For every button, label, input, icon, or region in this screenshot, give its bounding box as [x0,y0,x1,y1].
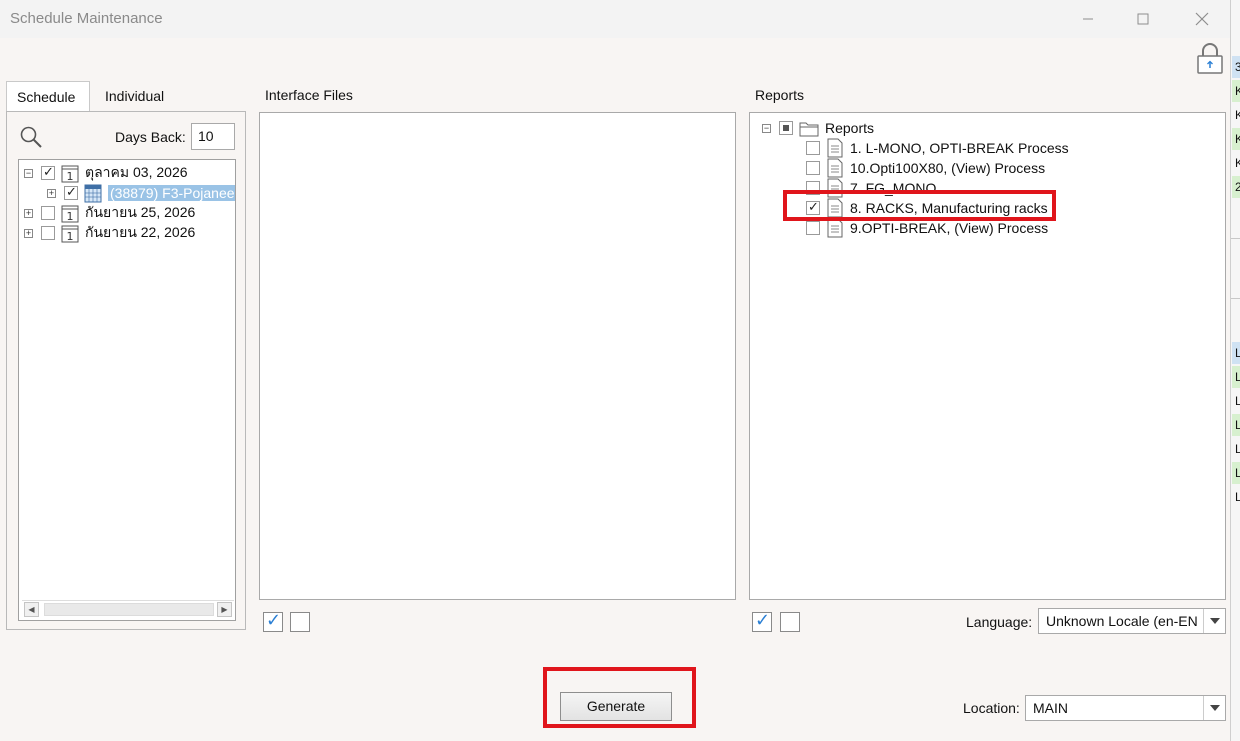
window-title: Schedule Maintenance [10,10,163,27]
bg-cell: K [1232,80,1240,102]
reports-uncheck-all-button[interactable] [780,612,800,632]
schedule-tree[interactable]: − 1 ตุลาคม 03, 2026 + (38879) F3-Pojanee… [18,159,236,621]
tree-item-label: กันยายน 22, 2026 [85,224,196,240]
bg-cell: K [1235,156,1240,170]
report-item[interactable]: 9.OPTI-BREAK, (View) Process [806,218,1048,238]
tree-item-label: กันยายน 25, 2026 [85,204,196,220]
tree-item[interactable]: − 1 ตุลาคม 03, 2026 [24,163,188,183]
interface-files-list[interactable] [259,112,736,600]
tree-checkbox[interactable] [41,226,55,240]
bg-cell: L [1232,366,1240,388]
schedule-panel: Days Back: 10 − 1 ตุลาคม 03, 2026 + (388… [6,111,246,630]
tree-checkbox[interactable] [64,184,78,200]
background-app-strip: 3 K K K K 2 L L L L L L L [1230,0,1240,741]
horizontal-scrollbar[interactable]: ◀ ▶ [22,600,234,617]
maximize-icon [1137,13,1149,25]
calendar-icon: 1 [61,165,79,183]
highlight-box [783,190,1056,221]
close-button[interactable] [1182,5,1222,33]
report-checkbox[interactable] [806,141,820,155]
tree-item[interactable]: + 1 กันยายน 22, 2026 [24,223,195,243]
tree-item[interactable]: + 1 กันยายน 25, 2026 [24,203,195,223]
bg-cell: L [1235,394,1240,408]
minimize-icon [1083,18,1093,20]
expand-icon[interactable]: + [24,228,33,238]
reports-check-all-button[interactable] [752,610,772,632]
chevron-down-icon[interactable] [1203,609,1225,633]
collapse-icon[interactable]: − [24,168,33,178]
language-value: Unknown Locale (en-EN [1046,613,1198,629]
language-label: Language: [966,614,1033,630]
interface-uncheck-all-button[interactable] [290,612,310,632]
report-label: 9.OPTI-BREAK, (View) Process [850,220,1049,236]
tree-checkbox[interactable] [41,164,55,180]
tree-item-label: ตุลาคม 03, 2026 [85,164,188,180]
report-checkbox[interactable] [806,161,820,175]
bg-cell: K [1235,108,1240,122]
calendar-icon: 1 [61,205,79,223]
search-icon[interactable] [19,125,43,149]
maximize-button[interactable] [1123,5,1163,33]
report-label: 1. L-MONO, OPTI-BREAK Process [850,140,1069,156]
chevron-down-icon[interactable] [1203,696,1225,720]
bg-cell: 3 [1232,56,1240,78]
location-label: Location: [963,700,1020,716]
tree-item[interactable]: + (38879) F3-Pojanee [47,183,235,203]
language-select[interactable]: Unknown Locale (en-EN [1038,608,1226,634]
tab-schedule[interactable]: Schedule [6,81,90,111]
expand-icon[interactable]: + [24,208,33,218]
bg-cell: L [1232,342,1240,364]
report-label: 10.Opti100X80, (View) Process [850,160,1046,176]
bg-cell: L [1235,442,1240,456]
report-document-icon [827,138,843,158]
highlight-box [543,667,696,728]
lock-icon[interactable] [1196,42,1224,74]
bg-cell: L [1235,490,1240,504]
minimize-button[interactable] [1068,5,1108,33]
reports-tree[interactable]: − Reports 1. L-MONO, OPTI-BREAK Process … [749,112,1226,600]
calendar-icon: 1 [61,225,79,243]
tree-checkbox-partial[interactable] [779,121,793,135]
collapse-icon[interactable]: − [762,123,771,133]
location-value: MAIN [1033,700,1068,716]
tree-item-label: Reports [825,120,875,136]
days-back-label: Days Back: [115,129,186,145]
location-select[interactable]: MAIN [1025,695,1226,721]
report-item[interactable]: 10.Opti100X80, (View) Process [806,158,1045,178]
bg-cell: K [1232,128,1240,150]
bg-cell: L [1232,414,1240,436]
svg-text:1: 1 [67,210,74,223]
bg-cell: 2 [1232,176,1240,198]
expand-icon[interactable]: + [47,188,56,198]
calendar-grid-icon [84,184,102,203]
close-icon [1195,12,1209,26]
scrollbar-thumb[interactable] [44,603,214,616]
report-document-icon [827,218,843,238]
svg-text:1: 1 [67,230,74,243]
bg-cell: L [1232,462,1240,484]
report-checkbox[interactable] [806,221,820,235]
title-bar[interactable]: Schedule Maintenance [0,0,1230,38]
schedule-maintenance-window: Schedule Maintenance Schedule Individual… [0,0,1230,741]
days-back-input[interactable]: 10 [191,123,235,150]
tab-individual[interactable]: Individual [95,81,175,111]
reports-label: Reports [755,87,805,103]
tree-checkbox[interactable] [41,206,55,220]
report-document-icon [827,158,843,178]
tree-item-label: (38879) F3-Pojanee [108,185,235,201]
report-item[interactable]: 1. L-MONO, OPTI-BREAK Process [806,138,1069,158]
tree-item-reports-root[interactable]: − Reports [762,118,874,138]
svg-text:1: 1 [67,170,74,183]
interface-check-all-button[interactable] [263,610,283,632]
interface-files-label: Interface Files [265,87,353,103]
folder-icon [799,122,819,137]
scroll-left-icon[interactable]: ◀ [24,602,39,617]
scroll-right-icon[interactable]: ▶ [217,602,232,617]
